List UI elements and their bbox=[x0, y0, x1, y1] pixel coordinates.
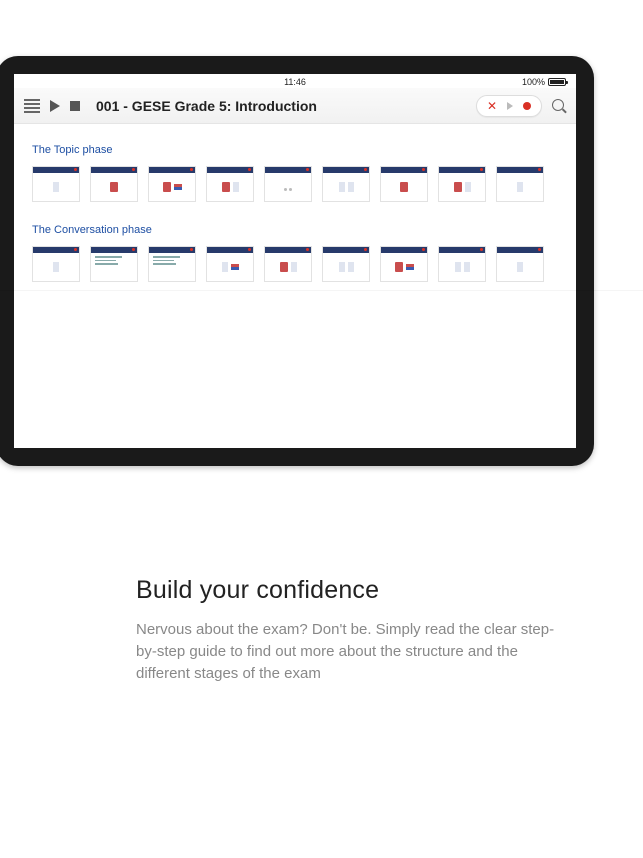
slide-thumbnail[interactable] bbox=[148, 246, 196, 282]
thumb-row-topic bbox=[32, 166, 558, 202]
close-icon[interactable]: ✕ bbox=[487, 99, 497, 113]
slide-thumbnail[interactable] bbox=[32, 246, 80, 282]
menu-icon[interactable] bbox=[24, 99, 40, 113]
section-title-topic: The Topic phase bbox=[32, 144, 558, 156]
battery-icon bbox=[548, 78, 566, 86]
recording-controls: ✕ bbox=[476, 95, 542, 117]
tablet-frame: 11:46 100% 001 - GESE Grade 5: Introduct… bbox=[0, 56, 594, 466]
slide-thumbnail[interactable] bbox=[90, 166, 138, 202]
slide-thumbnail[interactable] bbox=[380, 246, 428, 282]
slide-thumbnail[interactable] bbox=[322, 246, 370, 282]
slide-thumbnail[interactable] bbox=[264, 166, 312, 202]
battery-percent: 100% bbox=[522, 77, 545, 87]
faint-divider bbox=[0, 290, 643, 291]
marketing-heading: Build your confidence bbox=[136, 576, 566, 605]
mini-play-icon[interactable] bbox=[507, 102, 513, 110]
slide-thumbnail[interactable] bbox=[90, 246, 138, 282]
marketing-body: Nervous about the exam? Don't be. Simply… bbox=[136, 619, 566, 684]
search-icon[interactable] bbox=[552, 99, 566, 113]
screen: 11:46 100% 001 - GESE Grade 5: Introduct… bbox=[14, 74, 576, 448]
slide-thumbnail[interactable] bbox=[206, 246, 254, 282]
status-bar: 11:46 100% bbox=[14, 74, 576, 88]
status-time: 11:46 bbox=[284, 77, 306, 87]
slide-thumbnail[interactable] bbox=[206, 166, 254, 202]
play-button[interactable] bbox=[50, 100, 60, 112]
slide-thumbnail[interactable] bbox=[438, 246, 486, 282]
track-title: 001 - GESE Grade 5: Introduction bbox=[96, 98, 317, 114]
slide-thumbnail[interactable] bbox=[380, 166, 428, 202]
slide-thumbnail[interactable] bbox=[32, 166, 80, 202]
status-right: 100% bbox=[522, 77, 566, 87]
record-icon[interactable] bbox=[523, 102, 531, 110]
section-title-conversation: The Conversation phase bbox=[32, 224, 558, 236]
content-area: The Topic phase The Conversation phase bbox=[14, 124, 576, 448]
stop-button[interactable] bbox=[70, 101, 80, 111]
slide-thumbnail[interactable] bbox=[496, 166, 544, 202]
slide-thumbnail[interactable] bbox=[438, 166, 486, 202]
toolbar: 001 - GESE Grade 5: Introduction ✕ bbox=[14, 88, 576, 124]
thumb-row-conversation bbox=[32, 246, 558, 282]
slide-thumbnail[interactable] bbox=[148, 166, 196, 202]
slide-thumbnail[interactable] bbox=[264, 246, 312, 282]
slide-thumbnail[interactable] bbox=[322, 166, 370, 202]
slide-thumbnail[interactable] bbox=[496, 246, 544, 282]
marketing-block: Build your confidence Nervous about the … bbox=[136, 576, 566, 684]
